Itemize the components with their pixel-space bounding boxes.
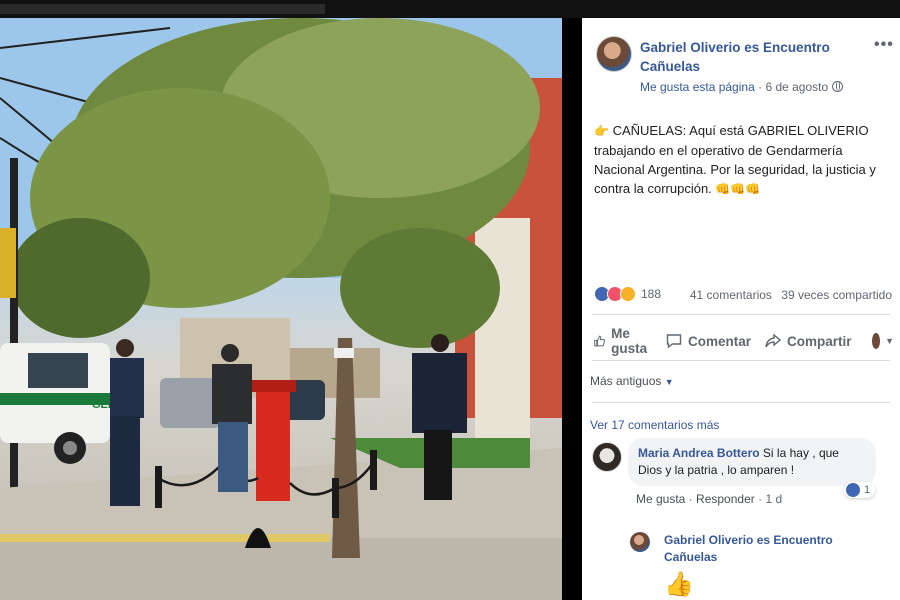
action-bar: Me gusta Comentar Compartir ▼: [594, 326, 894, 356]
street: [0, 538, 562, 600]
fist-emoji: 👊👊👊: [715, 182, 761, 196]
chevron-down-icon[interactable]: ▼: [885, 336, 894, 346]
pointing-emoji: 👉: [594, 124, 609, 138]
comment-likes: 1: [864, 484, 871, 496]
reactions-summary[interactable]: 188: [594, 286, 661, 302]
comment-time[interactable]: 1 d: [765, 492, 782, 506]
comment-dot: ·: [688, 492, 693, 506]
top-bar-strip: [0, 4, 325, 14]
comment-label: Comentar: [688, 333, 752, 349]
commenter-avatar[interactable]: [592, 442, 622, 472]
like-button[interactable]: Me gusta: [594, 326, 652, 356]
post-date[interactable]: 6 de agosto: [765, 80, 828, 94]
street-scene: GEND: [0, 18, 562, 600]
divider: [592, 360, 890, 361]
sort-label: Más antiguos: [590, 374, 662, 388]
person-officer: [212, 344, 252, 492]
red-post-box: [256, 386, 290, 501]
share-label: Compartir: [787, 333, 852, 349]
like-label: Me gusta: [611, 326, 648, 356]
like-reaction-icon: [846, 483, 860, 497]
meta-separator: ·: [758, 80, 763, 94]
thumbs-up-emoji: 👍: [664, 571, 694, 598]
comment-like-link[interactable]: Me gusta: [636, 492, 685, 506]
post-meta: Me gusta esta página · 6 de agosto: [640, 80, 843, 94]
comment-author[interactable]: Maria Andrea Bottero: [638, 446, 760, 460]
comment-bubble: Maria Andrea Bottero Si la hay , que Dio…: [628, 438, 876, 486]
comment-reaction-badge[interactable]: 1: [844, 482, 876, 498]
post-photo[interactable]: GEND: [0, 18, 562, 600]
reactions-count: 188: [641, 287, 662, 301]
divider: [592, 402, 890, 403]
reply-avatar[interactable]: [630, 532, 650, 552]
haha-reaction-icon: [620, 286, 636, 302]
divider: [592, 314, 890, 315]
chevron-down-icon: ▼: [664, 377, 674, 387]
comment-button[interactable]: Comentar: [666, 333, 751, 349]
comments-count[interactable]: 41 comentarios: [690, 288, 772, 302]
share-icon: [765, 333, 782, 348]
comment-actions: Me gusta · Responder · 1 d: [636, 492, 782, 506]
post-text: 👉 CAÑUELAS: Aquí está GABRIEL OLIVERIO t…: [594, 121, 894, 199]
post-stats: 41 comentarios 39 veces compartido: [690, 288, 892, 302]
traffic-light: [0, 228, 16, 298]
top-bar: [0, 0, 900, 18]
post-panel: Gabriel Oliverio es Encuentro Cañuelas •…: [582, 18, 900, 600]
comment-icon: [666, 334, 682, 349]
white-monument: [475, 218, 530, 438]
show-more-comments[interactable]: Ver 17 comentarios más: [590, 418, 719, 432]
globe-icon: [831, 81, 843, 92]
page-avatar[interactable]: [596, 36, 632, 72]
more-options-button[interactable]: •••: [874, 36, 894, 54]
comment-dot: ·: [758, 492, 763, 506]
sort-comments-button[interactable]: Más antiguos ▼: [590, 374, 674, 388]
person-left: [110, 339, 144, 506]
viewer-avatar[interactable]: [871, 333, 881, 349]
page-name-link[interactable]: Gabriel Oliverio es Encuentro Cañuelas: [640, 38, 860, 76]
comment-reply-link[interactable]: Responder: [696, 492, 755, 506]
page-liked-label[interactable]: Me gusta esta página: [640, 80, 755, 94]
thumbs-up-icon: [594, 335, 606, 347]
share-button[interactable]: Compartir: [765, 333, 852, 349]
shares-count[interactable]: 39 veces compartido: [781, 288, 892, 302]
reply-author[interactable]: Gabriel Oliverio es Encuentro Cañuelas: [664, 532, 864, 566]
